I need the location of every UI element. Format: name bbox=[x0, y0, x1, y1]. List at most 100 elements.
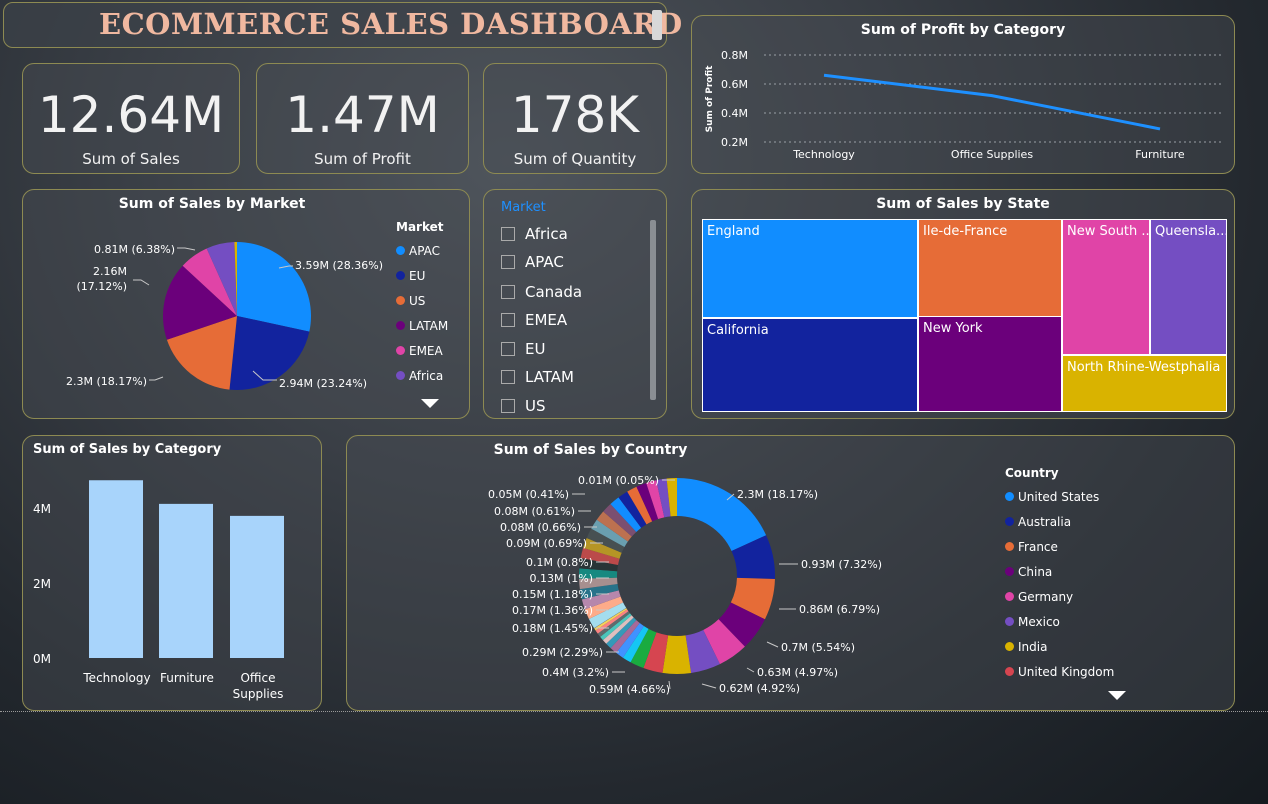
slicer-item-africa[interactable]: Africa bbox=[501, 224, 568, 244]
legend-item[interactable]: Australia bbox=[1005, 509, 1114, 534]
slice-label: 0.81M (6.38%) bbox=[94, 243, 175, 256]
x-tick-label: Office Supplies bbox=[951, 148, 1033, 161]
legend-item[interactable]: EU bbox=[396, 263, 448, 288]
treemap-cell-england[interactable]: England bbox=[702, 219, 918, 318]
legend-item[interactable]: United Kingdom bbox=[1005, 659, 1114, 684]
slicer-title: Market bbox=[501, 200, 546, 215]
slicer-item-canada[interactable]: Canada bbox=[501, 282, 582, 302]
kpi-value: 12.64M bbox=[37, 86, 225, 144]
leader-line bbox=[766, 641, 779, 648]
treemap-cell-north-rhine-westphalia[interactable]: North Rhine-Westphalia bbox=[1062, 355, 1227, 412]
treemap-cell-ile-de-france[interactable]: Ile-de-France bbox=[918, 219, 1062, 318]
cell-label: North Rhine-Westphalia bbox=[1067, 360, 1221, 375]
chart-title: Sum of Sales by State bbox=[876, 196, 1050, 212]
slicer-item-label: LATAM bbox=[525, 368, 574, 386]
slicer-item-label: Canada bbox=[525, 283, 583, 301]
profit-by-category-card[interactable]: Sum of Profit by Category Sum of Profit … bbox=[691, 15, 1235, 174]
slicer-item-emea[interactable]: EMEA bbox=[501, 310, 567, 330]
dashboard-title-bar: ECOMMERCE SALES DASHBOARD bbox=[3, 2, 682, 48]
checkbox[interactable] bbox=[501, 255, 515, 269]
slicer-item-apac[interactable]: APAC bbox=[501, 252, 564, 272]
bar-furniture[interactable] bbox=[159, 503, 213, 658]
title-scrollbar[interactable] bbox=[652, 10, 662, 40]
legend-label: France bbox=[1018, 539, 1058, 554]
y-tick-label: 0M bbox=[33, 652, 51, 666]
treemap-cell-new-south-wales[interactable]: New South ... bbox=[1062, 219, 1150, 355]
slicer-item-label: EU bbox=[525, 340, 546, 358]
y-tick-label: 0.4M bbox=[721, 107, 748, 120]
chevron-down-icon[interactable] bbox=[421, 399, 439, 408]
checkbox[interactable] bbox=[501, 227, 515, 241]
slicer-item-eu[interactable]: EU bbox=[501, 339, 545, 359]
slicer-item-label: Africa bbox=[525, 225, 568, 243]
sales-by-country-card[interactable]: Sum of Sales by Country 2.3M (18.17%) 0.9… bbox=[346, 435, 1235, 711]
slice-label: 0.01M (0.05%) bbox=[578, 474, 659, 487]
x-tick-label: Furniture bbox=[1135, 148, 1185, 161]
legend-label: Australia bbox=[1018, 514, 1072, 529]
legend-item[interactable]: India bbox=[1005, 634, 1114, 659]
legend-dot bbox=[396, 371, 405, 380]
category-bar-chart[interactable]: 4M 2M 0M Technology Furniture Office Sup… bbox=[23, 436, 323, 712]
legend-label: APAC bbox=[409, 243, 441, 258]
legend-label: India bbox=[1018, 639, 1048, 654]
y-tick-label: 0.8M bbox=[721, 49, 748, 62]
legend-label: United States bbox=[1018, 489, 1100, 504]
country-legend: Country United States Australia France Chin… bbox=[1005, 466, 1114, 684]
legend-item[interactable]: United States bbox=[1005, 484, 1114, 509]
kpi-card-profit[interactable]: 1.47M Sum of Profit bbox=[256, 63, 469, 174]
legend-item[interactable]: France bbox=[1005, 534, 1114, 559]
legend-item[interactable]: Germany bbox=[1005, 584, 1114, 609]
treemap-cell-california[interactable]: California bbox=[702, 318, 918, 412]
checkbox[interactable] bbox=[501, 399, 515, 413]
x-tick-label: Furniture bbox=[160, 671, 214, 685]
legend-label: China bbox=[1018, 564, 1053, 579]
x-tick-label: Technology bbox=[82, 671, 150, 685]
bar-office-supplies[interactable] bbox=[230, 515, 284, 658]
slice-label: 2.94M (23.24%) bbox=[279, 377, 367, 390]
market-legend: Market APAC EU US LATAM EMEA Africa bbox=[396, 220, 448, 388]
slicer-scrollbar[interactable] bbox=[650, 220, 656, 400]
y-tick-label: 0.6M bbox=[721, 78, 748, 91]
slicer-item-latam[interactable]: LATAM bbox=[501, 367, 574, 387]
legend-item[interactable]: Africa bbox=[396, 363, 448, 388]
checkbox[interactable] bbox=[501, 285, 515, 299]
legend-dot bbox=[1005, 517, 1014, 526]
slicer-item-label: EMEA bbox=[525, 311, 568, 329]
checkbox[interactable] bbox=[501, 313, 515, 327]
pie-slice-apac[interactable] bbox=[237, 242, 311, 332]
legend-item[interactable]: EMEA bbox=[396, 338, 448, 363]
cell-label: Queensla... bbox=[1155, 224, 1227, 239]
profit-series-line[interactable] bbox=[823, 73, 1161, 131]
legend-dot bbox=[1005, 592, 1014, 601]
sales-by-state-card[interactable]: Sum of Sales by State England Ile-de-Fra… bbox=[691, 189, 1235, 419]
legend-item[interactable]: China bbox=[1005, 559, 1114, 584]
kpi-value: 1.47M bbox=[285, 86, 440, 144]
legend-title: Country bbox=[1005, 466, 1059, 480]
bar-technology[interactable] bbox=[89, 480, 143, 658]
sales-by-market-card[interactable]: Sum of Sales by Market 3.59M (28.36%) 2.… bbox=[22, 189, 470, 419]
checkbox[interactable] bbox=[501, 342, 515, 356]
treemap-cell-new-york[interactable]: New York bbox=[918, 316, 1062, 412]
legend-item[interactable]: Mexico bbox=[1005, 609, 1114, 634]
kpi-card-sales[interactable]: 12.64M Sum of Sales bbox=[22, 63, 240, 174]
treemap-cell-queensland[interactable]: Queensla... bbox=[1150, 219, 1227, 355]
legend-item[interactable]: APAC bbox=[396, 238, 448, 263]
legend-item[interactable]: US bbox=[396, 288, 448, 313]
y-tick-label: 0.2M bbox=[721, 136, 748, 149]
kpi-card-quantity[interactable]: 178K Sum of Quantity bbox=[483, 63, 667, 174]
legend-dot bbox=[396, 246, 405, 255]
checkbox[interactable] bbox=[501, 370, 515, 384]
legend-item[interactable]: LATAM bbox=[396, 313, 448, 338]
x-tick-label: Technology bbox=[792, 148, 855, 161]
slice-label: 3.59M (28.36%) bbox=[295, 259, 383, 272]
chevron-down-icon[interactable] bbox=[1108, 691, 1126, 700]
legend-label: Germany bbox=[1018, 589, 1074, 604]
slice-label: 0.08M (0.61%) bbox=[494, 505, 575, 518]
leader-line bbox=[701, 683, 717, 689]
market-slicer[interactable]: Market Africa APAC Canada EMEA EU LATAM … bbox=[483, 189, 667, 419]
slice-label: 0.93M (7.32%) bbox=[801, 558, 882, 571]
profit-line-chart[interactable]: Sum of Profit 0.8M 0.6M 0.4M 0.2M Technolog… bbox=[692, 16, 1236, 175]
sales-by-category-card[interactable]: Sum of Sales by Category 4M 2M 0M Techno… bbox=[22, 435, 322, 711]
slice-label: 0.4M (3.2%) bbox=[542, 666, 609, 679]
slicer-item-us[interactable]: US bbox=[501, 396, 546, 416]
